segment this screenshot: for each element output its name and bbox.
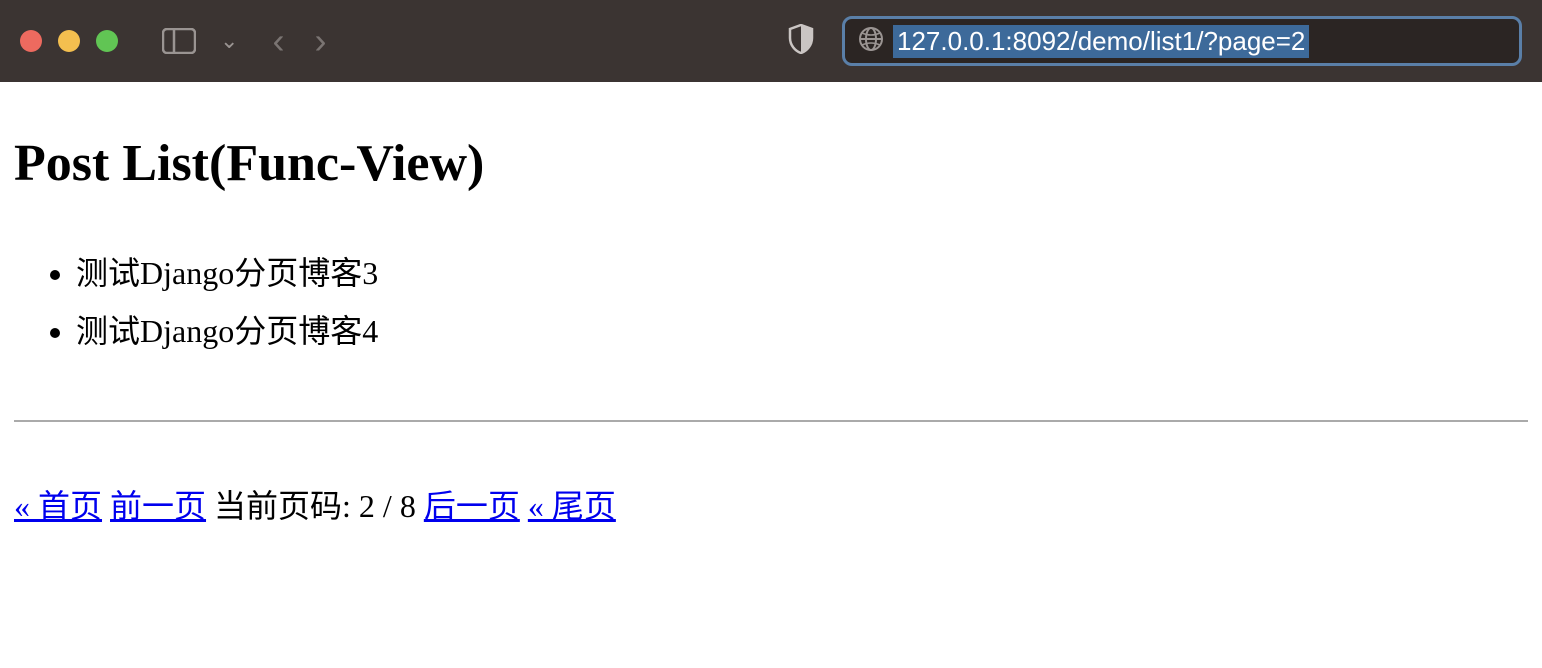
close-window-button[interactable]	[20, 30, 42, 52]
sidebar-icon	[162, 28, 196, 54]
forward-button[interactable]: ›	[314, 23, 326, 59]
current-page-label: 当前页码: 2 / 8	[214, 488, 416, 524]
globe-icon	[859, 27, 883, 56]
list-item: 测试Django分页博客3	[76, 245, 1528, 303]
next-page-link[interactable]: 后一页	[424, 488, 520, 524]
navigation-arrows: ‹ ›	[272, 23, 326, 59]
prev-page-link[interactable]: 前一页	[110, 488, 206, 524]
url-text[interactable]: 127.0.0.1:8092/demo/list1/?page=2	[893, 25, 1309, 58]
chevron-down-icon[interactable]: ⌄	[220, 28, 238, 54]
window-controls	[20, 30, 118, 52]
page-body: Post List(Func-View) 测试Django分页博客3 测试Dja…	[0, 82, 1542, 544]
back-button[interactable]: ‹	[272, 23, 284, 59]
page-title: Post List(Func-View)	[14, 134, 1528, 193]
post-list: 测试Django分页博客3 测试Django分页博客4	[76, 245, 1528, 360]
list-item: 测试Django分页博客4	[76, 303, 1528, 361]
pagination: « 首页 前一页 当前页码: 2 / 8 后一页 « 尾页	[14, 482, 1528, 530]
divider	[14, 420, 1528, 422]
privacy-shield-icon[interactable]	[788, 24, 814, 59]
last-page-link[interactable]: « 尾页	[528, 488, 616, 524]
maximize-window-button[interactable]	[96, 30, 118, 52]
address-bar[interactable]: 127.0.0.1:8092/demo/list1/?page=2	[842, 16, 1522, 66]
browser-toolbar: ⌄ ‹ › 127.0.0.1:8092/demo/list1/?page=2	[0, 0, 1542, 82]
minimize-window-button[interactable]	[58, 30, 80, 52]
first-page-link[interactable]: « 首页	[14, 488, 102, 524]
sidebar-toggle-button[interactable]	[162, 28, 196, 54]
